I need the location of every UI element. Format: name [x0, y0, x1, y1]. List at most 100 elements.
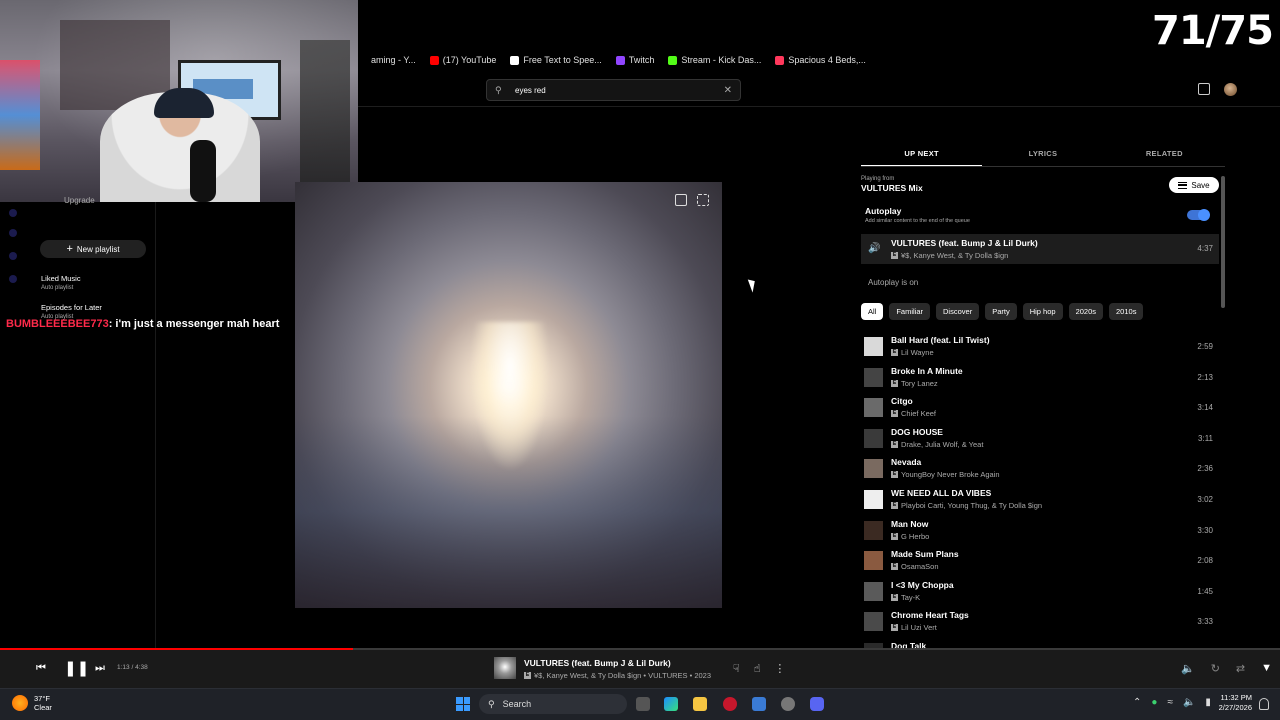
file-explorer-icon[interactable]: [693, 697, 707, 711]
queue-artist: Lil Uzi Vert: [901, 623, 937, 633]
copilot-icon[interactable]: [664, 697, 678, 711]
bookmark-item[interactable]: (17) YouTube: [429, 55, 496, 65]
tab-related[interactable]: RELATED: [1104, 147, 1225, 167]
queue-title: Citgo: [891, 396, 913, 407]
sidebar-library-icon[interactable]: [9, 252, 17, 260]
chat-username: BUMBLEEEBEE773: [6, 318, 109, 330]
volume-icon[interactable]: 🔈: [1183, 697, 1195, 708]
queue-item[interactable]: Man Now E G Herbo 3:30: [861, 516, 1219, 547]
explicit-icon: E: [891, 410, 898, 418]
autoplay-toggle[interactable]: [1187, 209, 1210, 221]
queue-list: Ball Hard (feat. Lil Twist) E Lil Wayne 2:5…: [861, 332, 1219, 669]
clear-search-icon[interactable]: ✕: [724, 85, 732, 96]
sidebar-home-icon[interactable]: [9, 209, 17, 217]
queue-duration: 3:11: [1198, 433, 1213, 443]
microphone-icon[interactable]: ●: [1151, 697, 1157, 708]
bookmark-item[interactable]: aming - Y...: [358, 55, 416, 65]
queue-item[interactable]: Broke In A Minute E Tory Lanez 2:13: [861, 363, 1219, 394]
webcam-overlay: [0, 0, 358, 202]
filter-chip[interactable]: Familiar: [889, 303, 931, 320]
filter-chip[interactable]: Discover: [936, 303, 980, 320]
filter-chip[interactable]: All: [861, 303, 884, 320]
queue-duration: 2:13: [1197, 372, 1213, 382]
explicit-icon: E: [891, 532, 898, 540]
queue-item[interactable]: Citgo E Chief Keef 3:14: [861, 393, 1219, 424]
new-playlist-button[interactable]: + New playlist: [40, 240, 146, 258]
opera-icon[interactable]: [723, 697, 737, 711]
fullscreen-icon[interactable]: [697, 194, 709, 206]
avatar[interactable]: [1224, 83, 1237, 96]
explicit-icon: E: [891, 563, 898, 571]
pause-icon[interactable]: ❚❚: [64, 659, 89, 677]
store-icon[interactable]: [752, 697, 766, 711]
like-icon[interactable]: ☝: [754, 662, 761, 675]
dislike-icon[interactable]: ☟: [733, 662, 740, 675]
queue-duration: 2:08: [1197, 556, 1213, 566]
taskbar-search[interactable]: ⚲ Search: [479, 694, 627, 714]
sidebar: [0, 202, 156, 648]
filter-chip[interactable]: Hip hop: [1022, 303, 1063, 320]
sidebar-explore-icon[interactable]: [9, 229, 17, 237]
expand-icon[interactable]: ▼: [1261, 662, 1272, 675]
battery-icon[interactable]: ▮: [1205, 697, 1211, 708]
steam-icon[interactable]: [781, 697, 795, 711]
wifi-icon[interactable]: ≈: [1167, 697, 1173, 708]
queue-artist: OsamaSon: [901, 562, 939, 572]
queue-artist: Tory Lanez: [901, 378, 938, 388]
queue-duration: 3:02: [1197, 494, 1213, 504]
queue-thumbnail: [864, 489, 883, 509]
clock[interactable]: 11:32 PM 2/27/2026: [1212, 693, 1252, 713]
queue-title: Made Sum Plans: [891, 549, 959, 560]
queue-duration: 3:14: [1197, 403, 1213, 413]
next-icon[interactable]: ⏭: [95, 662, 105, 675]
queue-duration: 2:36: [1197, 464, 1213, 474]
chevron-up-icon[interactable]: ⌃: [1133, 697, 1141, 708]
queue-item[interactable]: WE NEED ALL DA VIBES E Playboi Carti, Youn…: [861, 485, 1219, 516]
bookmark-item[interactable]: Spacious 4 Beds,...: [775, 55, 866, 65]
miniplayer-icon[interactable]: [675, 194, 687, 206]
filter-chip[interactable]: Party: [985, 303, 1017, 320]
queue-item[interactable]: Chrome Heart Tags E Lil Uzi Vert 3:33: [861, 607, 1219, 638]
filter-chip[interactable]: 2020s: [1068, 303, 1104, 320]
start-icon[interactable]: [456, 697, 470, 711]
speaker-icon: 🔊: [868, 243, 881, 254]
bookmark-item[interactable]: Free Text to Spee...: [510, 55, 602, 65]
sun-icon: [12, 695, 28, 711]
sidebar-upgrade-icon[interactable]: [9, 275, 17, 283]
sidebar-item-liked-music[interactable]: Liked Music Auto playlist: [41, 274, 81, 291]
now-playing-row[interactable]: 🔊 VULTURES (feat. Bump J & Lil Durk) E ¥$…: [861, 234, 1219, 264]
more-options-icon[interactable]: ⋮: [774, 662, 785, 675]
queue-item[interactable]: I <3 My Choppa E Tay-K 1:45: [861, 577, 1219, 608]
explicit-icon: E: [891, 349, 898, 356]
cast-icon[interactable]: [1198, 83, 1210, 95]
previous-icon[interactable]: ⏮: [36, 662, 46, 675]
repeat-icon[interactable]: ↻: [1211, 662, 1220, 675]
shuffle-icon[interactable]: ⇄: [1236, 662, 1245, 675]
tab-lyrics[interactable]: LYRICS: [982, 147, 1103, 167]
save-button[interactable]: Save: [1169, 177, 1219, 193]
sidebar-item-upgrade[interactable]: Upgrade: [64, 196, 95, 205]
filter-chip[interactable]: 2010s: [1109, 303, 1144, 320]
search-input[interactable]: ⚲ eyes red ✕: [486, 79, 741, 101]
plus-icon: +: [66, 242, 73, 255]
player-thumbnail[interactable]: [494, 657, 516, 679]
discord-icon[interactable]: [810, 697, 824, 711]
task-view-icon[interactable]: [636, 697, 650, 711]
search-icon: ⚲: [488, 698, 495, 709]
notification-icon[interactable]: [1259, 698, 1269, 710]
queue-thumbnail: [864, 367, 883, 387]
queue-title: WE NEED ALL DA VIBES: [891, 487, 992, 498]
bookmark-item[interactable]: Stream - Kick Das...: [668, 55, 761, 65]
queue-item[interactable]: Made Sum Plans E OsamaSon 2:08: [861, 546, 1219, 577]
bookmark-item[interactable]: Twitch: [615, 55, 654, 65]
volume-icon[interactable]: 🔈: [1181, 662, 1195, 675]
progress-fill: [0, 648, 354, 650]
queue-item[interactable]: Ball Hard (feat. Lil Twist) E Lil Wayne 2:5…: [861, 332, 1219, 363]
album-art[interactable]: [295, 182, 722, 608]
queue-item[interactable]: DOG HOUSE E Drake, Julia Wolf, & Yeat 3:11: [861, 424, 1219, 455]
weather-widget[interactable]: 37°F Clear: [12, 694, 52, 712]
queue-title: I <3 My Choppa: [891, 579, 954, 590]
queue-item[interactable]: Nevada E YoungBoy Never Broke Again 2:36: [861, 454, 1219, 485]
tab-up-next[interactable]: UP NEXT: [861, 147, 983, 167]
queue-scrollbar[interactable]: [1221, 176, 1225, 308]
